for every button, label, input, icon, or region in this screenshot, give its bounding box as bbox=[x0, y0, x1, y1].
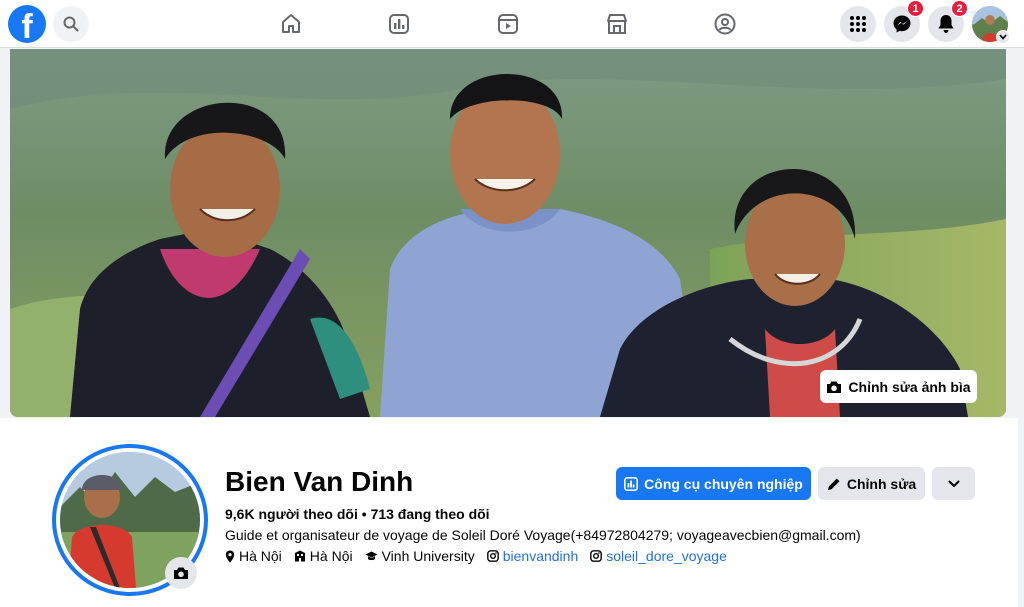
detail-education: Vinh University bbox=[365, 548, 475, 564]
cover-photo-image bbox=[10, 49, 1006, 417]
education-text: Vinh University bbox=[381, 548, 475, 564]
follow-stats: 9,6K người theo dõi • 713 đang theo dõi bbox=[225, 506, 490, 522]
facebook-logo[interactable]: f bbox=[8, 5, 46, 43]
nav-home[interactable] bbox=[277, 10, 305, 38]
facebook-logo-letter: f bbox=[21, 8, 33, 43]
nav-groups[interactable] bbox=[711, 10, 739, 38]
building-icon bbox=[294, 550, 305, 562]
video-icon bbox=[498, 14, 518, 34]
profile-details: Hà Nội Hà Nội Vinh University bienvandin… bbox=[225, 548, 727, 564]
messenger-button[interactable]: 1 bbox=[884, 0, 924, 42]
camera-icon bbox=[174, 567, 188, 579]
update-profile-picture-button[interactable] bbox=[165, 557, 197, 589]
messenger-badge: 1 bbox=[907, 0, 924, 17]
bell-icon bbox=[938, 15, 954, 33]
nav-dashboard[interactable] bbox=[385, 10, 413, 38]
location-pin-icon bbox=[225, 550, 235, 562]
search-icon bbox=[63, 16, 79, 32]
location-text: Hà Nội bbox=[239, 548, 282, 564]
top-navigation-bar: f 1 2 bbox=[0, 0, 1024, 48]
professional-tools-button[interactable]: Công cụ chuyên nghiệp bbox=[616, 467, 811, 500]
edit-cover-button[interactable]: Chỉnh sửa ảnh bìa bbox=[820, 370, 977, 403]
following-count[interactable]: 713 đang theo dõi bbox=[371, 506, 490, 522]
dashboard-icon bbox=[389, 14, 409, 34]
instagram-icon bbox=[590, 550, 603, 562]
home-icon bbox=[282, 14, 300, 33]
messenger-icon bbox=[893, 15, 911, 33]
profile-bio: Guide et organisateur de voyage de Solei… bbox=[225, 527, 861, 543]
chevron-down-icon bbox=[948, 480, 959, 487]
cover-photo[interactable] bbox=[10, 49, 1006, 417]
notifications-badge: 2 bbox=[951, 0, 968, 17]
detail-hometown: Hà Nội bbox=[294, 548, 353, 564]
account-menu-caret[interactable] bbox=[996, 30, 1010, 44]
camera-icon bbox=[827, 381, 842, 393]
graduation-cap-icon bbox=[365, 551, 378, 560]
hometown-text: Hà Nội bbox=[309, 548, 353, 564]
nav-video[interactable] bbox=[494, 10, 522, 38]
detail-instagram-2: soleil_dore_voyage bbox=[590, 548, 727, 564]
instagram-link-bienvandinh[interactable]: bienvandinh bbox=[503, 548, 579, 564]
professional-tools-label: Công cụ chuyên nghiệp bbox=[644, 475, 803, 492]
edit-profile-label: Chỉnh sửa bbox=[846, 475, 917, 492]
nav-marketplace[interactable] bbox=[603, 10, 631, 38]
follow-separator: • bbox=[361, 506, 367, 522]
page-scroll-gutter bbox=[1018, 49, 1024, 607]
chart-bars-icon bbox=[624, 476, 639, 491]
groups-icon bbox=[714, 13, 736, 35]
chevron-down-icon bbox=[999, 34, 1007, 40]
edit-profile-button[interactable]: Chỉnh sửa bbox=[818, 467, 925, 500]
detail-location: Hà Nội bbox=[225, 548, 282, 564]
notifications-button[interactable]: 2 bbox=[928, 0, 968, 42]
grid-menu-icon bbox=[850, 16, 866, 32]
search-button[interactable] bbox=[53, 6, 89, 42]
instagram-link-soleil-dore-voyage[interactable]: soleil_dore_voyage bbox=[606, 548, 727, 564]
marketplace-icon bbox=[607, 14, 627, 34]
instagram-icon bbox=[486, 550, 499, 562]
edit-cover-label: Chỉnh sửa ảnh bìa bbox=[848, 378, 971, 395]
detail-instagram-1: bienvandinh bbox=[486, 548, 579, 564]
menu-button[interactable] bbox=[840, 6, 876, 42]
more-options-button[interactable] bbox=[932, 467, 975, 500]
profile-name: Bien Van Dinh bbox=[225, 466, 414, 497]
pencil-icon bbox=[827, 478, 840, 490]
followers-count[interactable]: 9,6K người theo dõi bbox=[225, 506, 358, 522]
